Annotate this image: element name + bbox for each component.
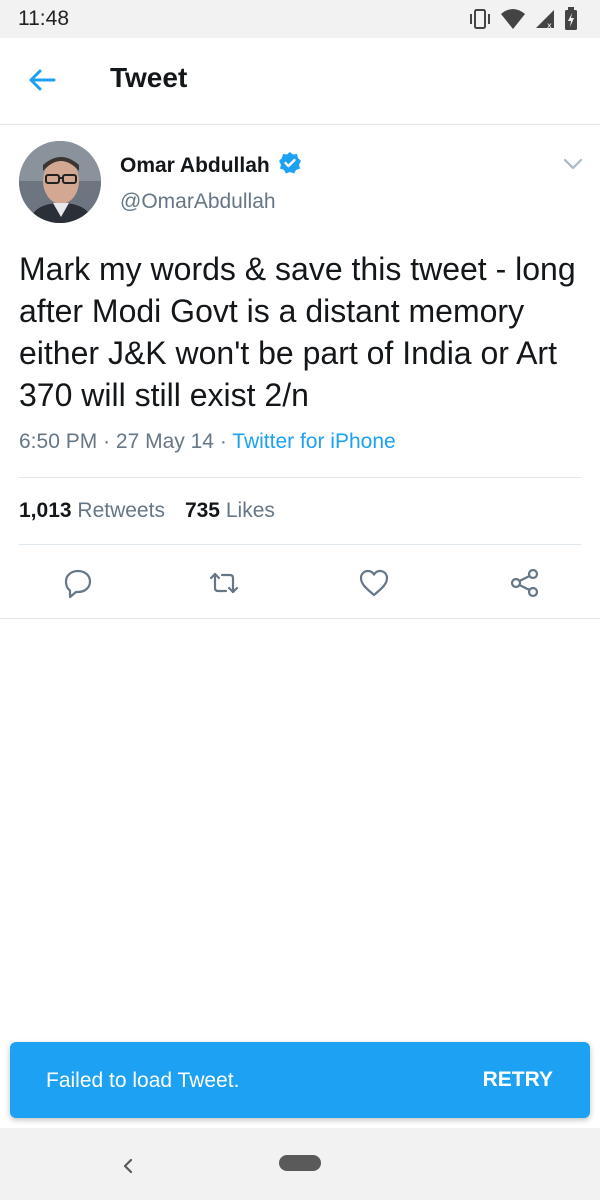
author-handle[interactable]: @OmarAbdullah [120,190,276,214]
tweet-text: Mark my words & save this tweet - long a… [19,251,576,413]
page-title: Tweet [110,62,188,93]
tweet-stats: 1,013 Retweets 735 Likes [19,499,275,523]
back-arrow-icon[interactable] [26,64,58,96]
retry-button[interactable]: RETRY [483,1068,553,1092]
app-bar: Tweet [0,38,600,125]
snackbar-message: Failed to load Tweet. [46,1069,240,1092]
verified-badge-icon [279,152,301,174]
nav-home-pill[interactable] [279,1155,321,1171]
signal-icon: x [536,10,554,30]
status-time: 11:48 [18,7,69,30]
share-icon[interactable] [508,566,542,600]
system-nav-bar [0,1128,600,1200]
divider [19,477,581,478]
tweet-meta: 6:50 PM · 27 May 14 · Twitter for iPhone [19,430,396,454]
vibrate-icon [470,9,490,29]
divider [19,544,581,545]
status-bar: 11:48 x [0,0,600,38]
retweets-count: 1,013 [19,499,72,522]
tweet-time: 6:50 PM [19,430,98,453]
error-snackbar: Failed to load Tweet. RETRY [10,1042,590,1118]
retweet-icon[interactable] [207,566,241,600]
retweets-stat[interactable]: 1,013 Retweets [19,499,165,522]
tweet-source-link[interactable]: Twitter for iPhone [232,430,395,453]
tweet-detail: Omar Abdullah @OmarAbdullah Mark my word… [0,124,600,619]
reply-icon[interactable] [61,566,95,600]
likes-label: Likes [225,499,275,522]
tweet-date: 27 May 14 [115,430,214,453]
chevron-down-icon[interactable] [562,156,584,172]
retweets-label: Retweets [77,499,165,522]
battery-icon [565,7,577,30]
author-name[interactable]: Omar Abdullah [120,154,270,178]
wifi-icon [501,9,525,29]
meta-separator: · [219,430,227,453]
like-icon[interactable] [357,566,391,600]
meta-separator: · [103,430,111,453]
avatar[interactable] [19,141,101,223]
likes-count: 735 [184,499,220,522]
nav-back-icon[interactable] [118,1156,138,1176]
likes-stat[interactable]: 735 Likes [185,499,275,522]
avatar-image [19,141,101,223]
status-icons: x [468,6,578,32]
svg-text:x: x [547,21,552,30]
